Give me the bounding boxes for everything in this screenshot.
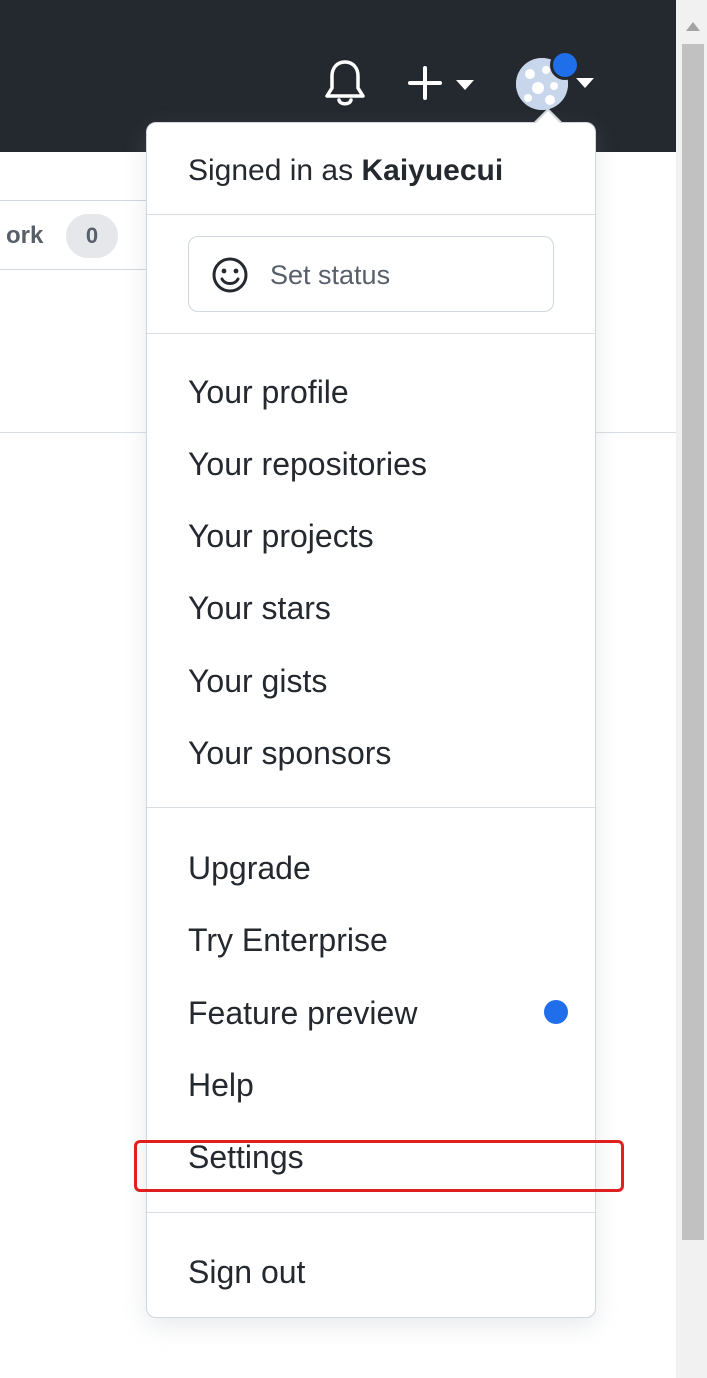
dropdown-caret-fill (536, 111, 560, 123)
menu-divider (147, 1212, 595, 1213)
caret-down-icon[interactable] (456, 80, 474, 90)
menu-item-help[interactable]: Help (188, 1065, 254, 1105)
signed-in-prefix: Signed in as (188, 154, 354, 187)
menu-item-try-enterprise[interactable]: Try Enterprise (188, 920, 388, 960)
menu-item-your-profile[interactable]: Your profile (188, 372, 349, 412)
bell-icon[interactable] (322, 56, 368, 108)
fork-label: ork (6, 222, 44, 249)
set-status-label: Set status (270, 260, 391, 290)
feature-preview-indicator-dot (544, 1000, 568, 1024)
scrollbar-thumb[interactable] (682, 44, 704, 1240)
menu-divider (147, 214, 595, 215)
menu-item-upgrade[interactable]: Upgrade (188, 848, 311, 888)
menu-item-feature-preview[interactable]: Feature preview (188, 993, 417, 1033)
menu-item-your-sponsors[interactable]: Your sponsors (188, 733, 391, 773)
menu-item-your-repositories[interactable]: Your repositories (188, 444, 427, 484)
menu-item-sign-out[interactable]: Sign out (188, 1252, 305, 1292)
fork-count-badge: 0 (66, 214, 118, 258)
menu-divider (147, 333, 595, 334)
menu-item-your-projects[interactable]: Your projects (188, 516, 374, 556)
smiley-icon (212, 257, 248, 293)
menu-item-your-gists[interactable]: Your gists (188, 661, 327, 701)
scroll-up-arrow-icon[interactable] (686, 22, 700, 31)
menu-item-your-stars[interactable]: Your stars (188, 588, 331, 628)
signed-in-header: Signed in as Kaiyuecui (188, 152, 503, 190)
settings-highlight-box (134, 1140, 624, 1192)
caret-down-icon[interactable] (576, 78, 594, 88)
plus-icon[interactable] (404, 62, 446, 104)
menu-divider (147, 807, 595, 808)
signed-in-username: Kaiyuecui (361, 154, 504, 187)
notification-dot (550, 50, 580, 80)
